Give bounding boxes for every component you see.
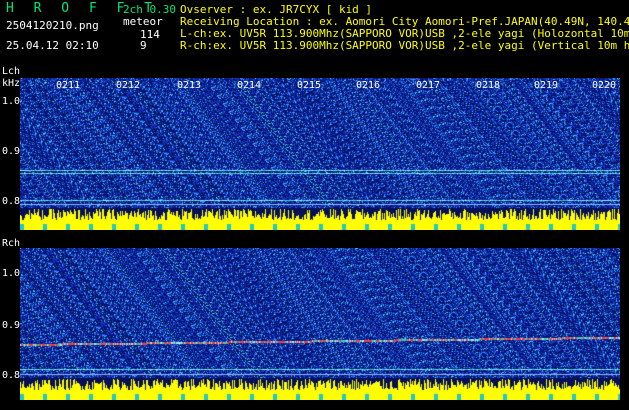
rch-description: R-ch:ex. UV5R 113.900Mhz(SAPPORO VOR)USB… [180, 39, 629, 52]
time-label: 0214 [237, 80, 262, 91]
file-name: 2504120210.png [6, 19, 99, 32]
time-label: 0218 [476, 80, 501, 91]
lch-spectrogram [20, 78, 620, 230]
time-label: 0219 [534, 80, 559, 91]
hrofft-window: H R O F F T 2504120210.png 25.04.12 02:1… [0, 0, 629, 410]
lch-tick-2: 0.9 [2, 146, 21, 157]
time-label: 0213 [177, 80, 202, 91]
lch-unit: kHz [2, 78, 21, 89]
rch-tick-2: 0.9 [2, 320, 21, 331]
rch-tick-1: 1.0 [2, 268, 21, 279]
time-label: 0217 [416, 80, 441, 91]
meteor-label: meteor [123, 15, 163, 28]
lch-tick-1: 1.0 [2, 96, 21, 107]
time-label: 0212 [116, 80, 141, 91]
meteor-count-rch: 9 [140, 39, 147, 52]
time-label: 0215 [297, 80, 322, 91]
time-label: 0216 [356, 80, 381, 91]
lch-tick-3: 0.8 [2, 196, 21, 207]
capture-timestamp: 25.04.12 02:10 [6, 39, 99, 52]
rch-label: Rch [2, 238, 21, 249]
time-label: 0220 [592, 80, 617, 91]
rch-tick-3: 0.8 [2, 370, 21, 381]
lch-label: Lch [2, 66, 21, 77]
time-label: 0211 [56, 80, 81, 91]
rch-spectrogram [20, 248, 620, 400]
